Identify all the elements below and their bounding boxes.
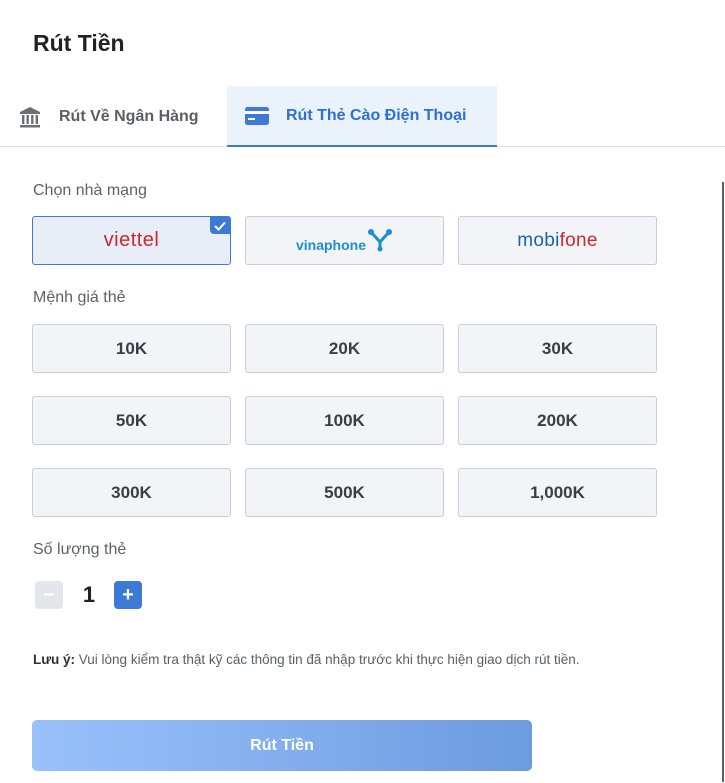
denomination-option[interactable]: 200K bbox=[458, 396, 657, 445]
denomination-option[interactable]: 30K bbox=[458, 324, 657, 373]
vinaphone-logo: vinaphone bbox=[296, 228, 393, 253]
tab-phone-card-withdraw[interactable]: Rút Thẻ Cào Điện Thoại bbox=[227, 86, 497, 147]
withdraw-submit-button[interactable]: Rút Tiền bbox=[32, 720, 532, 771]
carrier-label: Chọn nhà mạng bbox=[33, 182, 147, 199]
denomination-option[interactable]: 300K bbox=[32, 468, 231, 517]
tab-bar: Rút Về Ngân Hàng Rút Thẻ Cào Điện Thoại bbox=[0, 86, 725, 147]
tab-bank-withdraw[interactable]: Rút Về Ngân Hàng bbox=[0, 86, 227, 147]
quantity-value: 1 bbox=[82, 582, 96, 607]
tab-bank-label: Rút Về Ngân Hàng bbox=[59, 107, 199, 125]
denomination-label: Mệnh giá thẻ bbox=[33, 289, 126, 306]
denomination-option[interactable]: 20K bbox=[245, 324, 444, 373]
denomination-option[interactable]: 1,000K bbox=[458, 468, 657, 517]
mobifone-logo: mobifone bbox=[517, 230, 598, 252]
denomination-option[interactable]: 100K bbox=[245, 396, 444, 445]
carrier-viettel[interactable]: viettel bbox=[32, 216, 231, 265]
vinaphone-mark-icon bbox=[368, 229, 392, 252]
carrier-vinaphone[interactable]: vinaphone bbox=[245, 216, 444, 265]
tab-card-label: Rút Thẻ Cào Điện Thoại bbox=[286, 106, 467, 124]
warning-note: Lưu ý: Vui lòng kiểm tra thật kỹ các thô… bbox=[33, 652, 579, 667]
credit-card-icon bbox=[244, 103, 270, 129]
quantity-increment-button[interactable]: + bbox=[114, 581, 142, 609]
viettel-logo: viettel bbox=[103, 229, 160, 251]
check-icon bbox=[210, 217, 230, 234]
bank-icon bbox=[17, 104, 43, 130]
scrollbar[interactable] bbox=[722, 182, 724, 782]
denomination-option[interactable]: 500K bbox=[245, 468, 444, 517]
quantity-label: Số lượng thẻ bbox=[33, 541, 127, 558]
note-text: Vui lòng kiểm tra thật kỹ các thông tin … bbox=[75, 652, 580, 667]
denomination-option[interactable]: 50K bbox=[32, 396, 231, 445]
denomination-option[interactable]: 10K bbox=[32, 324, 231, 373]
vinaphone-logo-text: vinaphone bbox=[295, 237, 366, 253]
note-prefix: Lưu ý: bbox=[33, 652, 76, 667]
page-title: Rút Tiền bbox=[33, 30, 125, 56]
quantity-decrement-button[interactable]: − bbox=[35, 581, 63, 609]
mobifone-logo-fone: fone bbox=[559, 229, 598, 251]
carrier-mobifone[interactable]: mobifone bbox=[458, 216, 657, 265]
mobifone-logo-mobi: mobi bbox=[517, 229, 560, 251]
